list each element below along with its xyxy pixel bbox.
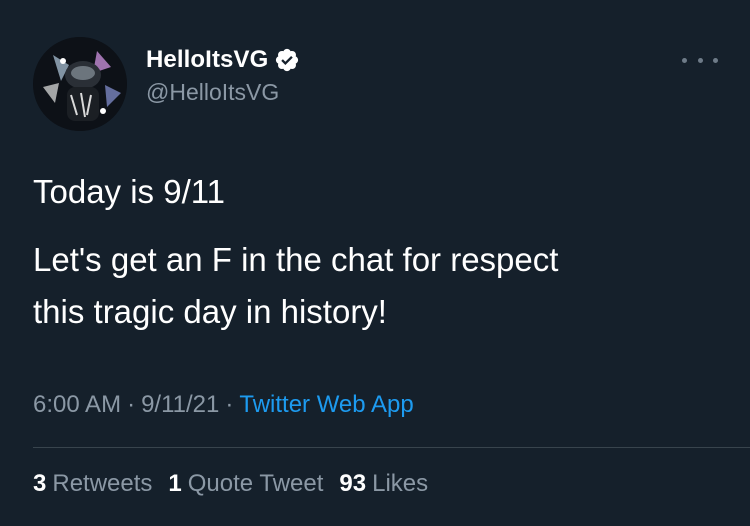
tweet-text-line: Let's get an F in the chat for respect [33,241,559,278]
more-dot [682,57,687,63]
quote-tweets-stat[interactable]: 1 Quote Tweet [168,468,323,500]
tweet-date[interactable]: 9/11/21 [141,391,219,418]
engagement-stats: 3 Retweets 1 Quote Tweet 93 Likes [33,468,428,500]
divider [33,447,750,448]
retweets-stat[interactable]: 3 Retweets [33,468,152,500]
separator: · [225,391,234,418]
more-options-icon[interactable] [682,50,718,70]
user-name-row[interactable]: HelloItsVG [146,43,300,77]
tweet-text-line: Today is 9/11 [33,173,226,210]
tweet-text-line: this tragic day in history! [33,293,387,330]
display-name[interactable]: HelloItsVG [146,46,268,74]
tweet-card: HelloItsVG @HelloItsVG Today is 9/11 Let… [0,0,750,526]
likes-count: 93 [339,470,367,497]
tweet-metadata: 6:00 AM · 9/11/21 · Twitter Web App [33,389,414,421]
avatar[interactable] [33,37,127,131]
avatar-image [33,37,127,131]
verified-badge-icon [274,47,300,73]
likes-label: Likes [372,470,429,497]
user-handle[interactable]: @HelloItsVG [146,79,279,106]
likes-stat[interactable]: 93 Likes [339,468,428,500]
separator: · [127,391,136,418]
more-dot [713,57,718,63]
more-dot [697,57,703,63]
tweet-source-link[interactable]: Twitter Web App [239,391,413,418]
retweets-label: Retweets [52,470,153,497]
quote-tweets-count: 1 [168,470,182,497]
quote-tweets-label: Quote Tweet [187,470,324,497]
retweets-count: 3 [33,470,47,497]
tweet-time[interactable]: 6:00 AM [33,391,121,418]
